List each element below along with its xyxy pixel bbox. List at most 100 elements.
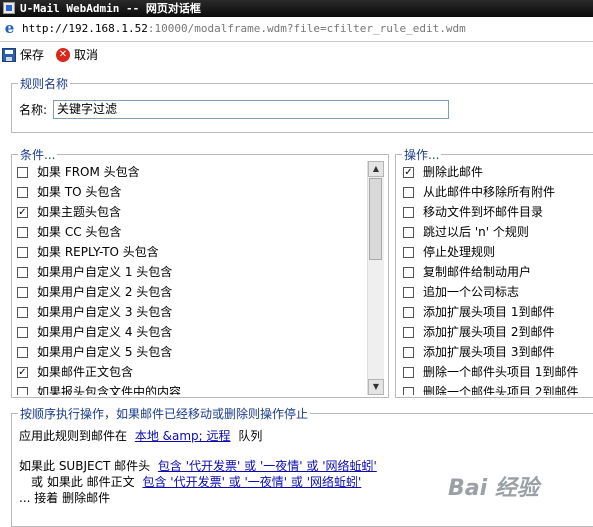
condition-label: 如果用户自定义 3 头包含 [37, 305, 173, 319]
window-titlebar: U-Mail WebAdmin -- 网页对话框 [0, 0, 593, 17]
rule-name-legend: 规则名称 [20, 77, 69, 91]
action-label: 删除一个邮件头项目 1到邮件 [423, 365, 579, 379]
scroll-up-arrow[interactable]: ▲ [368, 161, 384, 177]
apply-suffix: 队列 [238, 429, 263, 443]
action-item[interactable]: 添加扩展头项目 2到邮件 [403, 322, 554, 342]
condition-label: 如果报头包含文件中的内容 [37, 385, 182, 395]
conditions-scrollbar[interactable]: ▲ ▼ [367, 161, 384, 395]
condition-item[interactable]: 如果用户自定义 1 头包含 [17, 262, 172, 282]
condition-checkbox[interactable] [17, 346, 28, 358]
condition-item[interactable]: 如果 CC 头包含 [17, 222, 121, 242]
window-icon [3, 2, 15, 14]
body-condition-link[interactable]: 包含 '代开发票' 或 '一夜情' 或 '网络蚯蚓' [142, 475, 361, 489]
action-item[interactable]: 跳过以后 'n' 个规则 [403, 222, 529, 242]
action-item[interactable]: 删除一个邮件头项目 1到邮件 [403, 362, 578, 382]
rule-name-input[interactable]: 关键字过滤 [53, 100, 449, 119]
action-checkbox[interactable] [403, 266, 414, 278]
action-label: 添加扩展头项目 1到邮件 [423, 305, 555, 319]
scroll-down-arrow[interactable]: ▼ [368, 379, 384, 395]
action-item[interactable]: 从此邮件中移除所有附件 [403, 182, 555, 202]
condition-item[interactable]: 如果用户自定义 5 头包含 [17, 342, 172, 362]
condition-checkbox[interactable] [17, 306, 28, 318]
action-label: 删除此邮件 [423, 165, 484, 179]
scroll-thumb[interactable] [369, 178, 382, 260]
subject-condition-line: 如果此 SUBJECT 邮件头 包含 '代开发票' 或 '一夜情' 或 '网络蚯… [19, 458, 377, 474]
action-item[interactable]: 移动文件到坏邮件目录 [403, 202, 543, 222]
condition-checkbox[interactable]: ✓ [17, 366, 28, 378]
action-item[interactable]: 追加一个公司标志 [403, 282, 519, 302]
save-label: 保存 [20, 48, 45, 62]
url-path: :10000/modalframe.wdm?file=cfilter_rule_… [147, 22, 466, 35]
action-checkbox[interactable] [403, 326, 414, 338]
condition-label: 如果邮件正文包含 [37, 365, 134, 379]
action-label: 追加一个公司标志 [423, 285, 520, 299]
condition-checkbox[interactable]: ✓ [17, 206, 28, 218]
action-label: 删除一个邮件头项目 2到邮件 [423, 385, 579, 395]
condition-item[interactable]: ✓ 如果邮件正文包含 [17, 362, 133, 382]
condition-item[interactable]: 如果用户自定义 3 头包含 [17, 302, 172, 322]
actions-list: ✓ 删除此邮件从此邮件中移除所有附件 移动文件到坏邮件目录 跳过以后 'n' 个规则停… [397, 161, 591, 395]
action-label: 移动文件到坏邮件目录 [423, 205, 544, 219]
condition-item[interactable]: 如果 FROM 头包含 [17, 162, 140, 182]
condition-label: 如果 REPLY-TO 头包含 [37, 245, 159, 259]
action-label: 添加扩展头项目 2到邮件 [423, 325, 555, 339]
action-summary-line: ... 接着 删除邮件 [19, 491, 111, 505]
action-checkbox[interactable] [403, 286, 414, 298]
condition-checkbox[interactable] [17, 386, 28, 395]
ie-icon: e [4, 19, 15, 37]
cancel-label: 取消 [74, 48, 99, 62]
condition-label: 如果主题头包含 [37, 205, 122, 219]
action-item[interactable]: 复制邮件给制动用户 [403, 262, 531, 282]
condition-item[interactable]: 如果 TO 头包含 [17, 182, 121, 202]
condition-checkbox[interactable] [17, 186, 28, 198]
watermark: Bai 经验 [448, 476, 539, 501]
condition-item[interactable]: 如果用户自定义 2 头包含 [17, 282, 172, 302]
condition-item[interactable]: 如果 REPLY-TO 头包含 [17, 242, 159, 262]
action-checkbox[interactable] [403, 186, 414, 198]
address-url[interactable]: http://192.168.1.52:10000/modalframe.wdm… [22, 17, 466, 41]
action-checkbox[interactable]: ✓ [403, 166, 414, 178]
condition-item[interactable]: 如果报头包含文件中的内容 [17, 382, 181, 395]
action-label: 添加扩展头项目 3到邮件 [423, 345, 555, 359]
save-icon [2, 48, 16, 62]
rule-name-label: 名称: [19, 103, 48, 117]
condition-checkbox[interactable] [17, 166, 28, 178]
url-host: http://192.168.1.52 [22, 22, 148, 35]
subject-condition-link[interactable]: 包含 '代开发票' 或 '一夜情' 或 '网络蚯蚓' [158, 459, 377, 473]
apply-queue-link[interactable]: 本地 &amp; 远程 [135, 429, 231, 443]
action-item[interactable]: 添加扩展头项目 1到邮件 [403, 302, 554, 322]
save-button[interactable]: 保存 [2, 42, 44, 68]
action-checkbox[interactable] [403, 386, 414, 395]
condition-label: 如果用户自定义 1 头包含 [37, 265, 173, 279]
action-item[interactable]: 停止处理规则 [403, 242, 495, 262]
action-checkbox[interactable] [403, 206, 414, 218]
cancel-button[interactable]: ✕ 取消 [56, 42, 98, 68]
body-condition-line: 或 如果此 邮件正文 包含 '代开发票' 或 '一夜情' 或 '网络蚯蚓' [31, 474, 361, 490]
condition-checkbox[interactable] [17, 286, 28, 298]
condition-checkbox[interactable] [17, 326, 28, 338]
cancel-icon: ✕ [56, 48, 70, 62]
action-checkbox[interactable] [403, 306, 414, 318]
summary-legend: 按顺序执行操作，如果邮件已经移动或删除则操作停止 [20, 407, 309, 421]
action-checkbox[interactable] [403, 366, 414, 378]
apply-prefix: 应用此规则到邮件在 [19, 429, 128, 443]
action-checkbox[interactable] [403, 246, 414, 258]
condition-checkbox[interactable] [17, 266, 28, 278]
action-label: 停止处理规则 [423, 245, 496, 259]
condition-label: 如果用户自定义 4 头包含 [37, 325, 173, 339]
conditions-list: 如果 FROM 头包含 如果 TO 头包含 ✓ 如果主题头包含 如果 CC 头包含如果 … [13, 161, 366, 395]
action-item[interactable]: 删除一个邮件头项目 2到邮件 [403, 382, 578, 395]
condition-item[interactable]: 如果用户自定义 4 头包含 [17, 322, 172, 342]
action-item[interactable]: ✓ 删除此邮件 [403, 162, 483, 182]
action-item[interactable]: 添加扩展头项目 3到邮件 [403, 342, 554, 362]
action-checkbox[interactable] [403, 226, 414, 238]
condition-item[interactable]: ✓ 如果主题头包含 [17, 202, 121, 222]
body-condition-prefix: 或 如果此 邮件正文 [31, 475, 135, 489]
condition-label: 如果 CC 头包含 [37, 225, 122, 239]
action-checkbox[interactable] [403, 346, 414, 358]
action-label: 从此邮件中移除所有附件 [423, 185, 556, 199]
action-label: 跳过以后 'n' 个规则 [423, 225, 529, 239]
condition-checkbox[interactable] [17, 246, 28, 258]
condition-checkbox[interactable] [17, 226, 28, 238]
apply-line: 应用此规则到邮件在 本地 &amp; 远程 队列 [19, 428, 262, 444]
